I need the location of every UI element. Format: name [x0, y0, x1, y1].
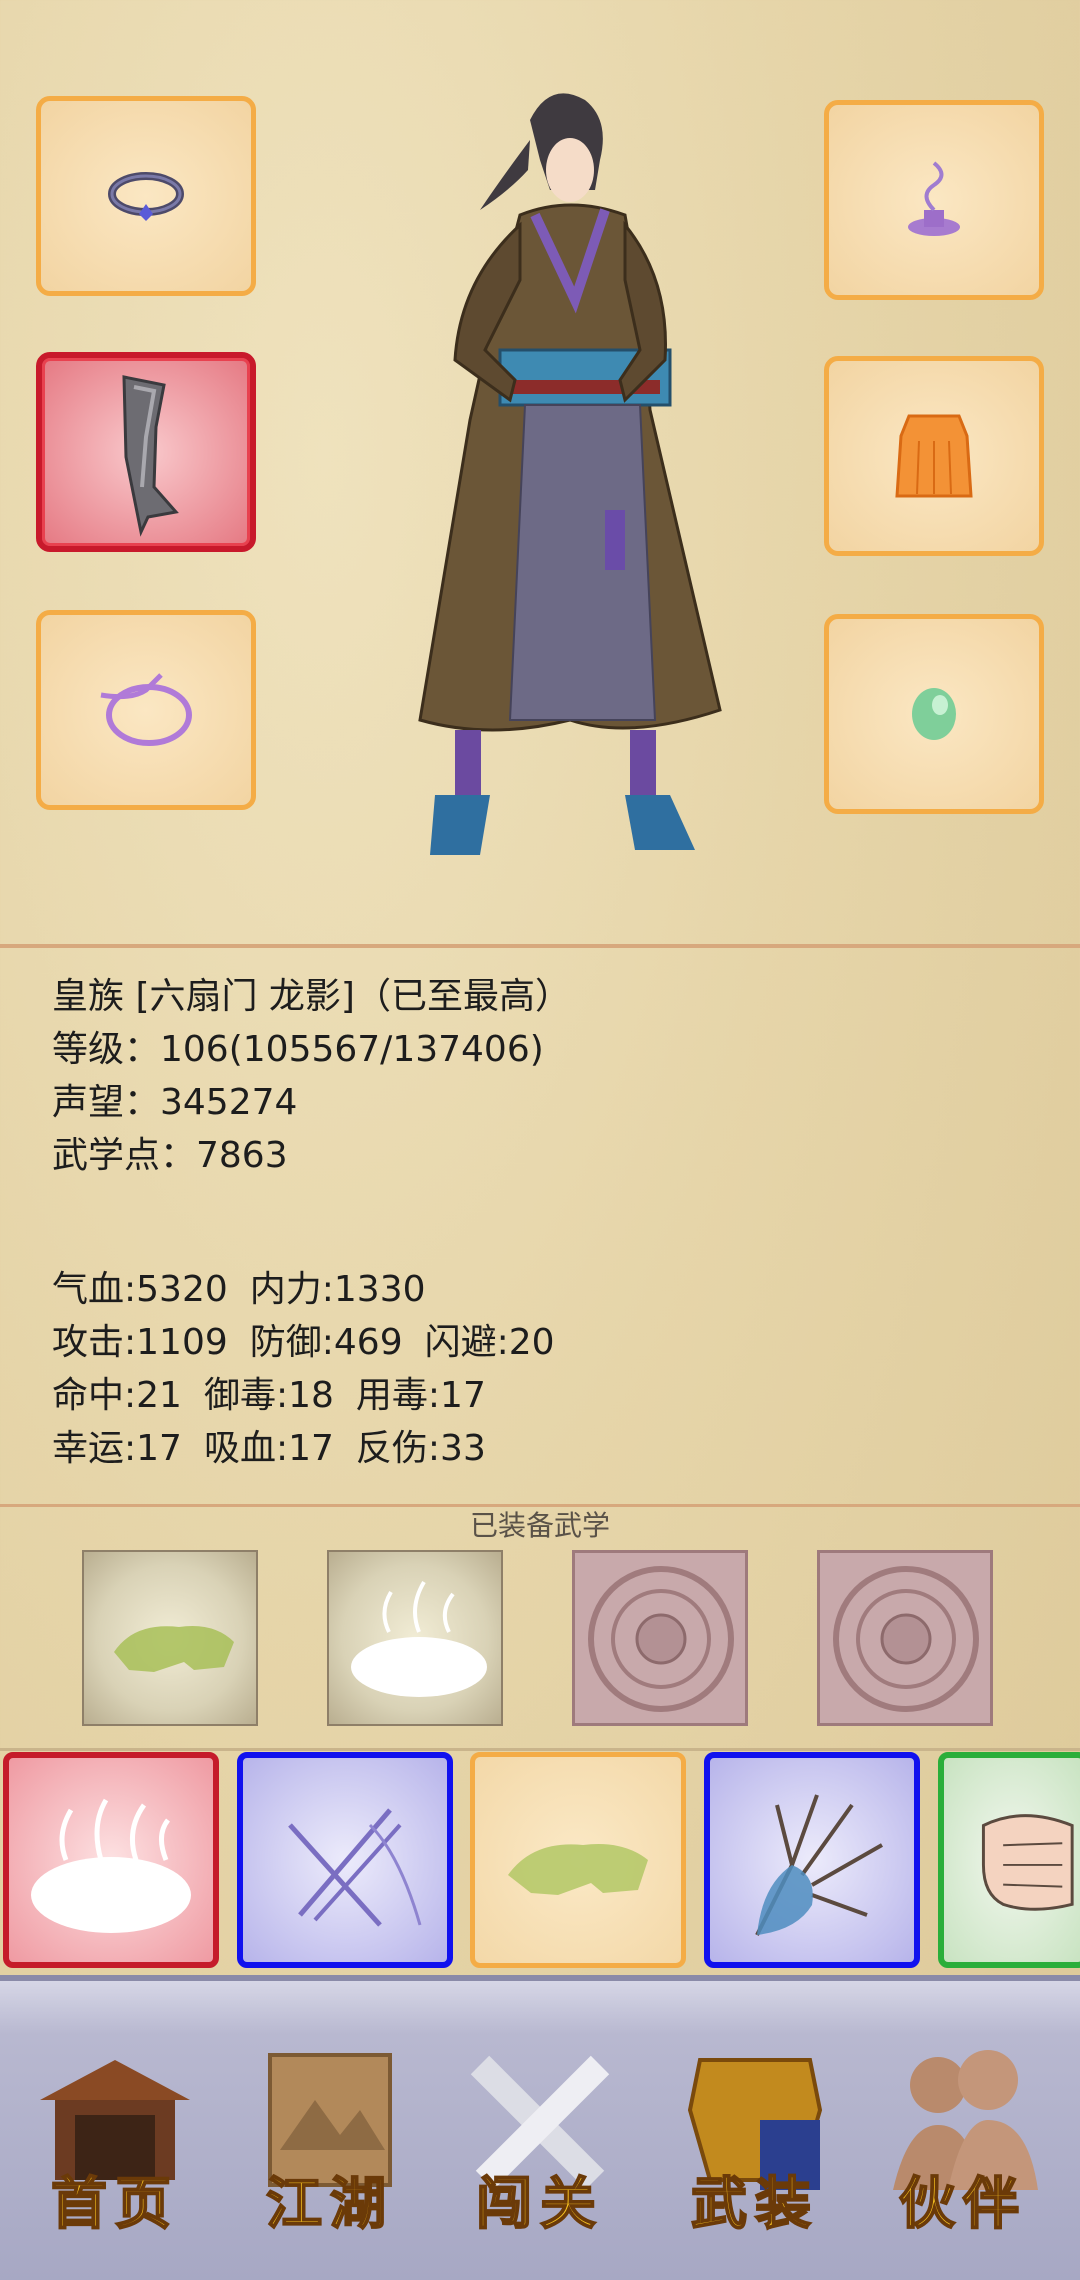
attr-hp: 气血:5320 — [52, 1269, 228, 1310]
character-level: 等级：106(105567/137406) — [52, 1029, 544, 1070]
attr-hit: 命中:21 — [52, 1375, 182, 1416]
nav-jianghu-label: 江湖 — [265, 2170, 394, 2238]
fist-icon — [981, 1814, 1074, 1911]
nav-partner-label: 伙伴 — [898, 2170, 1027, 2238]
skill-card-needles[interactable] — [237, 1752, 453, 1968]
needles-icon — [288, 1808, 422, 1927]
character-prestige: 声望：345274 — [52, 1082, 298, 1123]
ring-icon — [108, 172, 184, 221]
attr-poison-use: 用毒:17 — [355, 1375, 486, 1416]
character-portrait — [418, 93, 722, 855]
palm-icon — [755, 1794, 883, 1936]
attr-defense: 防御:469 — [249, 1322, 403, 1363]
nav-jianghu[interactable]: 江湖 — [235, 2040, 425, 2240]
bracelet-icon — [100, 673, 192, 746]
skill-card-beast[interactable] — [470, 1752, 686, 1968]
martial-slot-1[interactable] — [82, 1550, 258, 1726]
equip-slot-jade[interactable] — [824, 614, 1044, 814]
seal-icon — [588, 1566, 734, 1712]
equip-slot-bracelet[interactable] — [36, 610, 256, 810]
martial-title: 已装备武学 — [469, 1509, 610, 1542]
character-title: 皇族 [六扇门 龙影]（已至最高） — [52, 976, 571, 1017]
nav-equip[interactable]: 武装 — [660, 2040, 850, 2240]
skill-card-fist[interactable] — [938, 1752, 1080, 1968]
sword-icon — [122, 375, 179, 537]
divider-skills — [0, 1748, 1080, 1751]
mist-icon — [351, 1580, 487, 1697]
attr-mp: 内力:1330 — [249, 1269, 426, 1310]
seal-icon — [833, 1566, 979, 1712]
equip-slot-incense[interactable] — [824, 100, 1044, 300]
nav-partner[interactable]: 伙伴 — [868, 2040, 1058, 2240]
divider-top — [0, 944, 1080, 948]
character-info: 皇族 [六扇门 龙影]（已至最高） 等级：106(105567/137406) … — [52, 970, 571, 1182]
beast-icon — [114, 1626, 234, 1672]
nav-home[interactable]: 首页 — [20, 2040, 210, 2240]
jade-icon — [912, 688, 956, 740]
martial-slot-2[interactable] — [327, 1550, 503, 1726]
nav-equip-label: 武装 — [690, 2170, 819, 2238]
nav-challenge-label: 闯关 — [475, 2170, 604, 2238]
attributes-panel: 气血:5320 内力:1330 攻击:1109 防御:469 闪避:20 命中:21 御… — [52, 1263, 555, 1475]
armor-icon — [895, 414, 973, 498]
attr-poison-resist: 御毒:18 — [203, 1375, 334, 1416]
equip-slot-armor[interactable] — [824, 356, 1044, 556]
martial-slot-3[interactable] — [572, 1550, 748, 1726]
incense-icon — [908, 161, 960, 236]
nav-home-label: 首页 — [50, 2170, 179, 2238]
character-martial-points: 武学点：7863 — [52, 1135, 288, 1176]
martial-slot-4[interactable] — [817, 1550, 993, 1726]
attr-dodge: 闪避:20 — [424, 1322, 555, 1363]
nav-challenge[interactable]: 闯关 — [445, 2040, 635, 2240]
attr-reflect: 反伤:33 — [355, 1428, 486, 1469]
attr-lifesteal: 吸血:17 — [203, 1428, 334, 1469]
skill-card-palm[interactable] — [704, 1752, 920, 1968]
mist-icon — [31, 1798, 191, 1933]
beast-icon — [508, 1844, 648, 1895]
equip-slot-ring[interactable] — [36, 96, 256, 296]
attr-luck: 幸运:17 — [52, 1428, 182, 1469]
attr-attack: 攻击:1109 — [52, 1322, 228, 1363]
skill-card-mist[interactable] — [3, 1752, 219, 1968]
equip-slot-weapon[interactable] — [36, 352, 256, 552]
